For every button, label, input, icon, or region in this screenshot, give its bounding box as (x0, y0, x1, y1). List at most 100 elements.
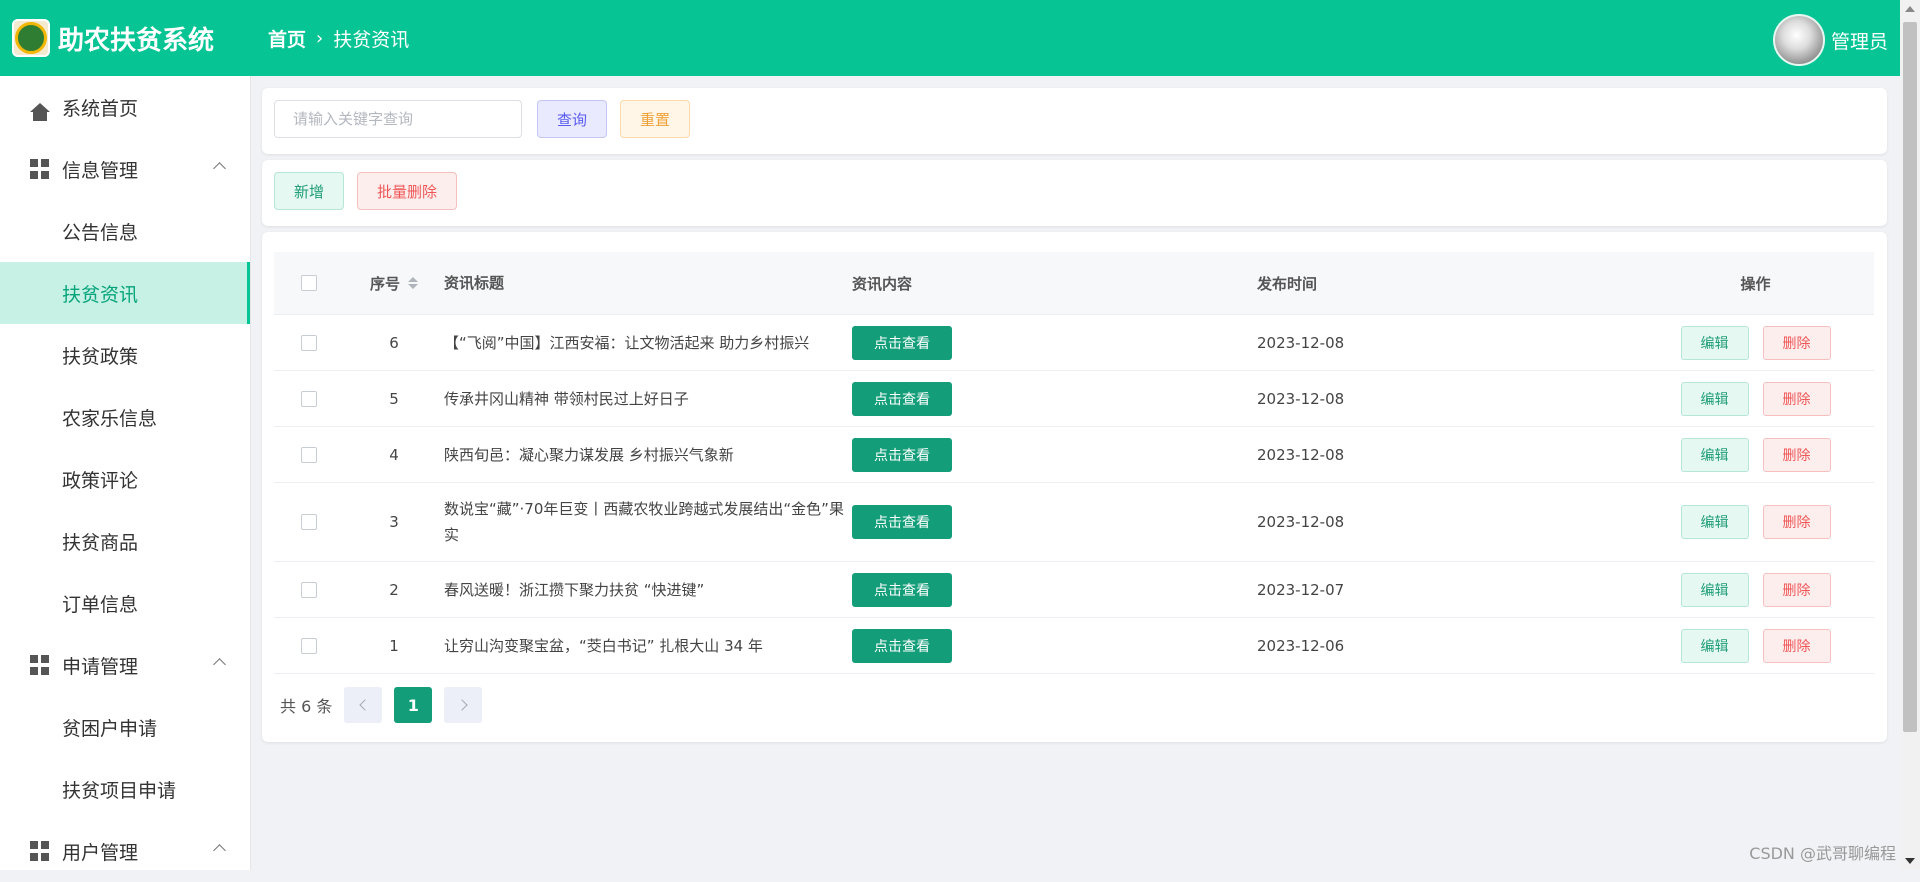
row-checkbox[interactable] (301, 514, 317, 530)
scroll-down-arrow-icon[interactable] (1905, 858, 1915, 864)
sidebar-item-home[interactable]: 系统首页 (0, 76, 250, 138)
row-time: 2023-12-07 (1257, 580, 1345, 599)
delete-button[interactable]: 删除 (1762, 572, 1831, 607)
row-title: 让穷山沟变聚宝盆，“茭白书记” 扎根大山 34 年 (444, 636, 763, 655)
reset-button[interactable]: 重置 (620, 100, 690, 138)
chevron-up-icon (213, 844, 226, 857)
delete-button[interactable]: 删除 (1762, 628, 1831, 663)
top-header: 助农扶贫系统 首页 › 扶贫资讯 管理员 (0, 0, 1900, 76)
sidebar-item-label: 贫困户申请 (62, 717, 158, 740)
row-no: 3 (389, 513, 399, 531)
delete-button[interactable]: 删除 (1762, 437, 1831, 472)
edit-button[interactable]: 编辑 (1680, 325, 1749, 360)
sidebar-item-orders[interactable]: 订单信息 (0, 572, 250, 634)
page-scrollbar[interactable] (1900, 0, 1920, 870)
chevron-right-icon (456, 699, 468, 711)
sidebar-item-label: 扶贫政策 (62, 345, 139, 368)
user-name[interactable]: 管理员 (1831, 27, 1888, 54)
app-logo (12, 19, 50, 57)
news-table: 序号 资讯标题 资讯内容 发布时间 操作 6 【“飞阅”中国】江西安福：让文物活… (274, 252, 1874, 674)
sidebar-item-label: 信息管理 (62, 159, 139, 182)
scroll-thumb[interactable] (1903, 22, 1917, 732)
edit-button[interactable]: 编辑 (1680, 381, 1749, 416)
table-row: 2 春风送暖！浙江攒下聚力扶贫 “快进键” 点击查看 2023-12-07 编辑… (274, 562, 1874, 618)
delete-button[interactable]: 删除 (1762, 325, 1831, 360)
sort-icon[interactable] (408, 277, 418, 289)
column-header-time: 发布时间 (1257, 274, 1318, 293)
row-time: 2023-12-08 (1257, 389, 1345, 408)
select-all-checkbox[interactable] (301, 275, 317, 291)
sidebar-item-poverty-news[interactable]: 扶贫资讯 (0, 262, 250, 324)
add-button[interactable]: 新增 (274, 172, 344, 210)
sidebar-item-poor-household-application[interactable]: 贫困户申请 (0, 696, 250, 758)
sidebar-item-project-application[interactable]: 扶贫项目申请 (0, 758, 250, 820)
sidebar-item-policy-comments[interactable]: 政策评论 (0, 448, 250, 510)
column-header-title: 资讯标题 (444, 274, 505, 292)
sidebar-item-poverty-policy[interactable]: 扶贫政策 (0, 324, 250, 386)
query-button[interactable]: 查询 (537, 100, 607, 138)
row-checkbox[interactable] (301, 334, 317, 351)
watermark: CSDN @武哥聊编程 (1749, 844, 1896, 863)
column-header-no[interactable]: 序号 (344, 273, 444, 294)
sidebar-item-label: 扶贫商品 (62, 531, 139, 554)
grid-icon (30, 655, 50, 675)
page-number-button[interactable]: 1 (394, 687, 433, 723)
sidebar-group-user-management[interactable]: 用户管理 (0, 820, 250, 882)
search-bar: 查询 重置 (262, 88, 1887, 154)
batch-delete-button[interactable]: 批量删除 (357, 172, 457, 210)
sidebar-item-label: 用户管理 (62, 841, 139, 864)
sidebar-item-notices[interactable]: 公告信息 (0, 200, 250, 262)
sidebar-item-poverty-goods[interactable]: 扶贫商品 (0, 510, 250, 572)
view-content-button[interactable]: 点击查看 (852, 381, 952, 416)
sidebar-group-application-management[interactable]: 申请管理 (0, 634, 250, 696)
row-time: 2023-12-08 (1257, 333, 1345, 352)
edit-button[interactable]: 编辑 (1680, 628, 1749, 663)
view-content-button[interactable]: 点击查看 (852, 437, 952, 472)
pagination-total: 共 6 条 (280, 697, 333, 716)
user-menu[interactable]: 管理员 (1772, 14, 1888, 66)
prev-page-button[interactable] (344, 687, 383, 723)
next-page-button[interactable] (444, 687, 483, 723)
row-title: 数说宝“藏”·70年巨变丨西藏农牧业跨越式发展结出“金色”果实 (444, 500, 844, 544)
row-time: 2023-12-06 (1257, 636, 1345, 655)
view-content-button[interactable]: 点击查看 (852, 505, 952, 539)
breadcrumb: 首页 › 扶贫资讯 (268, 25, 409, 52)
table-header: 序号 资讯标题 资讯内容 发布时间 操作 (274, 252, 1874, 315)
row-checkbox[interactable] (301, 581, 317, 598)
table-row: 1 让穷山沟变聚宝盆，“茭白书记” 扎根大山 34 年 点击查看 2023-12… (274, 618, 1874, 674)
row-no: 4 (389, 445, 399, 464)
row-title: 陕西旬邑：凝心聚力谋发展 乡村振兴气象新 (444, 445, 734, 464)
chevron-up-icon (213, 658, 226, 671)
chevron-up-icon (213, 162, 226, 175)
view-content-button[interactable]: 点击查看 (852, 572, 952, 607)
row-no: 6 (389, 333, 399, 352)
view-content-button[interactable]: 点击查看 (852, 628, 952, 663)
edit-button[interactable]: 编辑 (1680, 572, 1749, 607)
view-content-button[interactable]: 点击查看 (852, 325, 952, 360)
sidebar-item-farmstay-info[interactable]: 农家乐信息 (0, 386, 250, 448)
sidebar-item-label: 扶贫资讯 (62, 283, 139, 306)
sidebar-item-label: 订单信息 (62, 593, 139, 616)
chevron-left-icon (359, 699, 371, 711)
edit-button[interactable]: 编辑 (1680, 505, 1749, 539)
sidebar-group-info-management[interactable]: 信息管理 (0, 138, 250, 200)
table-row: 3 数说宝“藏”·70年巨变丨西藏农牧业跨越式发展结出“金色”果实 点击查看 2… (274, 483, 1874, 562)
sidebar-item-label: 政策评论 (62, 469, 139, 492)
delete-button[interactable]: 删除 (1762, 505, 1831, 539)
row-no: 5 (389, 389, 399, 408)
scroll-up-arrow-icon[interactable] (1905, 6, 1915, 12)
search-input[interactable] (274, 100, 522, 138)
row-title: 【“飞阅”中国】江西安福：让文物活起来 助力乡村振兴 (444, 333, 810, 352)
edit-button[interactable]: 编辑 (1680, 437, 1749, 472)
breadcrumb-separator-icon: › (316, 27, 324, 49)
row-checkbox[interactable] (301, 446, 317, 463)
breadcrumb-home[interactable]: 首页 (268, 25, 306, 52)
sidebar-item-label: 公告信息 (62, 221, 139, 244)
sidebar-item-label: 扶贫项目申请 (62, 779, 177, 802)
avatar[interactable] (1772, 14, 1825, 66)
delete-button[interactable]: 删除 (1762, 381, 1831, 416)
row-checkbox[interactable] (301, 390, 317, 407)
grid-icon (30, 841, 50, 861)
row-checkbox[interactable] (301, 637, 317, 654)
app-title: 助农扶贫系统 (58, 25, 215, 56)
